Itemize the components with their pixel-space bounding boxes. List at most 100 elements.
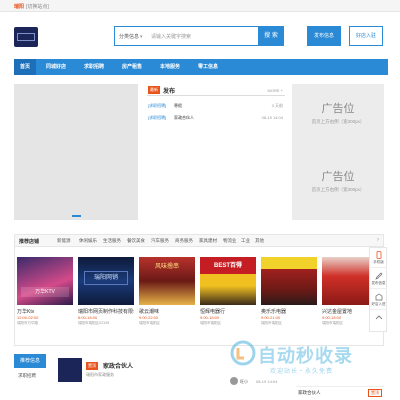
store-sign: 风味撸串: [154, 264, 179, 270]
ad-title: 广告位: [321, 171, 355, 183]
store-address: 瑞阳市瑞阳区: [200, 321, 221, 325]
store-category-tab[interactable]: 餐饮美食: [127, 238, 145, 244]
store-category-tab[interactable]: 汽车服务: [151, 238, 169, 244]
nav-item-realestate[interactable]: 房产租售: [114, 59, 150, 75]
sidebar-publish[interactable]: 发布信息: [370, 269, 387, 289]
ad-slot-top[interactable]: 广告位 首页上方右侧（宽300px）: [292, 84, 384, 152]
search-category-select[interactable]: 分类信息: [119, 33, 143, 40]
search-input[interactable]: 请输入关键字搜索: [151, 33, 191, 40]
list-item-user: 旺小: [240, 379, 248, 384]
latest-publish-panel: 最新 发布 MORE + [求职招聘] 寒假 3 天前 [求职招聘] 家政合伙人…: [147, 84, 285, 220]
store-category-tab[interactable]: 生活服务: [103, 238, 121, 244]
phone-icon: [376, 251, 381, 259]
store-address: 瑞阳市瑞阳区: [139, 321, 160, 325]
recommend-link[interactable]: 求职招聘: [18, 373, 46, 379]
switch-site-link[interactable]: [切换站点]: [26, 3, 49, 10]
store-name[interactable]: 恒辉电器行: [200, 308, 256, 315]
company-logo[interactable]: [58, 358, 82, 382]
store-hours: 9:00-18:00: [322, 315, 342, 320]
store-sign: 瑞阳网销: [84, 271, 128, 285]
sidebar-label: 手机版: [373, 260, 384, 264]
list-item-time: 08-19 14:04: [256, 379, 278, 384]
join-store-button[interactable]: 好店入驻: [349, 26, 383, 46]
store-sign: BEST百得: [213, 263, 242, 269]
store-category-tab[interactable]: 家具建材: [199, 238, 217, 244]
store-hours: 12:00-02:00: [17, 315, 39, 320]
store-name[interactable]: 瑞阳市网页制作科技有限公司: [78, 308, 134, 315]
store-category-tab[interactable]: 商务服务: [175, 238, 193, 244]
list-item[interactable]: 家政合伙人 置顶: [296, 386, 384, 400]
search-button[interactable]: 搜 索: [258, 26, 284, 46]
nav-item-jobs[interactable]: 求职招聘: [76, 59, 112, 75]
store-card[interactable]: 瑞阳网销 瑞阳市网页制作科技有限公司 8:00-18:00 瑞阳市瑞阳区SZ19…: [78, 257, 134, 347]
store-card[interactable]: 风味撸串 歌云潮味 9:00-22:00 瑞阳市瑞阳区: [139, 257, 195, 347]
nav-item-stores[interactable]: 同城好店: [38, 59, 74, 75]
ad-slot-bottom[interactable]: 广告位 首页上方右侧（宽300px）: [292, 152, 384, 220]
store-sign: 万华KTV: [21, 287, 69, 297]
store-image[interactable]: 万华KTV: [17, 257, 73, 305]
store-card[interactable]: 兴达金屋置地 9:00-18:00 瑞阳市瑞阳区: [322, 257, 372, 347]
list-item-title[interactable]: 寒假: [174, 103, 182, 109]
list-item-category[interactable]: [求职招聘]: [148, 103, 166, 109]
nav-item-local-services[interactable]: 本地服务: [152, 59, 188, 75]
list-item-time: 08-19 14:04: [261, 115, 283, 120]
list-item-title[interactable]: 家政合伙人: [298, 390, 321, 396]
store-card[interactable]: 万华KTV 万华Ktv 12:00-02:00 瑞阳市万华路: [17, 257, 73, 347]
floating-sidebar: 手机版 发布信息 好店入驻: [369, 247, 387, 332]
pinned-tag: 置顶: [368, 389, 382, 397]
store-category-tab[interactable]: 物流业: [223, 238, 237, 244]
watermark-text: 自动秒收录: [258, 346, 353, 366]
sidebar-back-to-top[interactable]: [370, 311, 387, 331]
recommend-header[interactable]: 推荐信息: [14, 354, 46, 368]
ad-subtitle: 首页上方右侧（宽300px）: [311, 119, 365, 124]
store-name[interactable]: 歌云潮味: [139, 308, 195, 315]
list-item[interactable]: [求职招聘] 寒假 3 天前: [147, 102, 285, 111]
store-category-tab[interactable]: 休闲娱乐: [79, 238, 97, 244]
store-image[interactable]: [261, 257, 317, 305]
store-image[interactable]: 风味撸串: [139, 257, 195, 305]
list-item-title[interactable]: 家政合伙人: [174, 115, 194, 121]
publish-title: 发布: [163, 89, 176, 95]
sidebar-mobile[interactable]: 手机版: [370, 248, 387, 268]
banner-slider[interactable]: [14, 84, 138, 220]
store-hours: 9:00-18:00: [200, 315, 220, 320]
store-hours: 9:00-22:00: [139, 315, 159, 320]
recommend-info-block: 推荐信息 求职招聘: [14, 354, 46, 400]
store-address: 瑞阳市万华路: [17, 321, 38, 325]
ad-title: 广告位: [321, 103, 355, 115]
list-item-category[interactable]: [求职招聘]: [148, 115, 166, 121]
store-category-tab[interactable]: 工业: [241, 238, 250, 244]
site-logo[interactable]: [14, 27, 38, 47]
watermark-subtext: 欢迎站长・永久免费: [270, 369, 334, 375]
ad-subtitle: 首页上方右侧（宽300px）: [311, 187, 365, 192]
store-card[interactable]: 奥乐乐电器 9:00-21:00 瑞阳市瑞阳区: [261, 257, 317, 347]
job-title[interactable]: 家政合伙人: [103, 361, 133, 370]
list-item-time: 3 天前: [271, 103, 283, 108]
store-image[interactable]: [322, 257, 372, 305]
job-card[interactable]: 置顶 家政合伙人 瑞阳市家政服务: [58, 358, 258, 398]
recommended-stores: 推荐店铺 新能源 休闲娱乐 生活服务 餐饮美食 汽车服务 商务服务 家具建材 物…: [14, 234, 384, 346]
store-category-tab[interactable]: 新能源: [57, 238, 71, 244]
watermark-logo-icon: [230, 340, 256, 366]
sidebar-join[interactable]: 好店入驻: [370, 290, 387, 310]
chevron-right-icon[interactable]: ›: [377, 237, 379, 243]
list-item[interactable]: 旺小 08-19 14:04: [230, 377, 290, 386]
list-item[interactable]: [求职招聘] 家政合伙人 08-19 14:04: [147, 114, 285, 123]
store-image[interactable]: BEST百得: [200, 257, 256, 305]
store-image[interactable]: 瑞阳网销: [78, 257, 134, 305]
stores-title: 推荐店铺: [19, 239, 40, 245]
store-name[interactable]: 奥乐乐电器: [261, 308, 317, 315]
avatar: [230, 377, 238, 385]
slider-indicator[interactable]: [72, 215, 81, 217]
top-icon: [375, 315, 382, 320]
store-category-tab[interactable]: 其他: [255, 238, 264, 244]
nav-item-gig-jobs[interactable]: 零工信息: [190, 59, 226, 75]
more-link[interactable]: MORE +: [268, 88, 283, 93]
publish-button[interactable]: 发布信息: [307, 26, 341, 46]
store-hours: 8:00-18:00: [78, 315, 98, 320]
latest-badge: 最新: [148, 86, 160, 94]
store-card[interactable]: BEST百得 恒辉电器行 9:00-18:00 瑞阳市瑞阳区: [200, 257, 256, 347]
nav-item-home[interactable]: 首页: [14, 59, 36, 75]
store-hours: 9:00-21:00: [261, 315, 281, 320]
store-name[interactable]: 万华Ktv: [17, 308, 73, 315]
